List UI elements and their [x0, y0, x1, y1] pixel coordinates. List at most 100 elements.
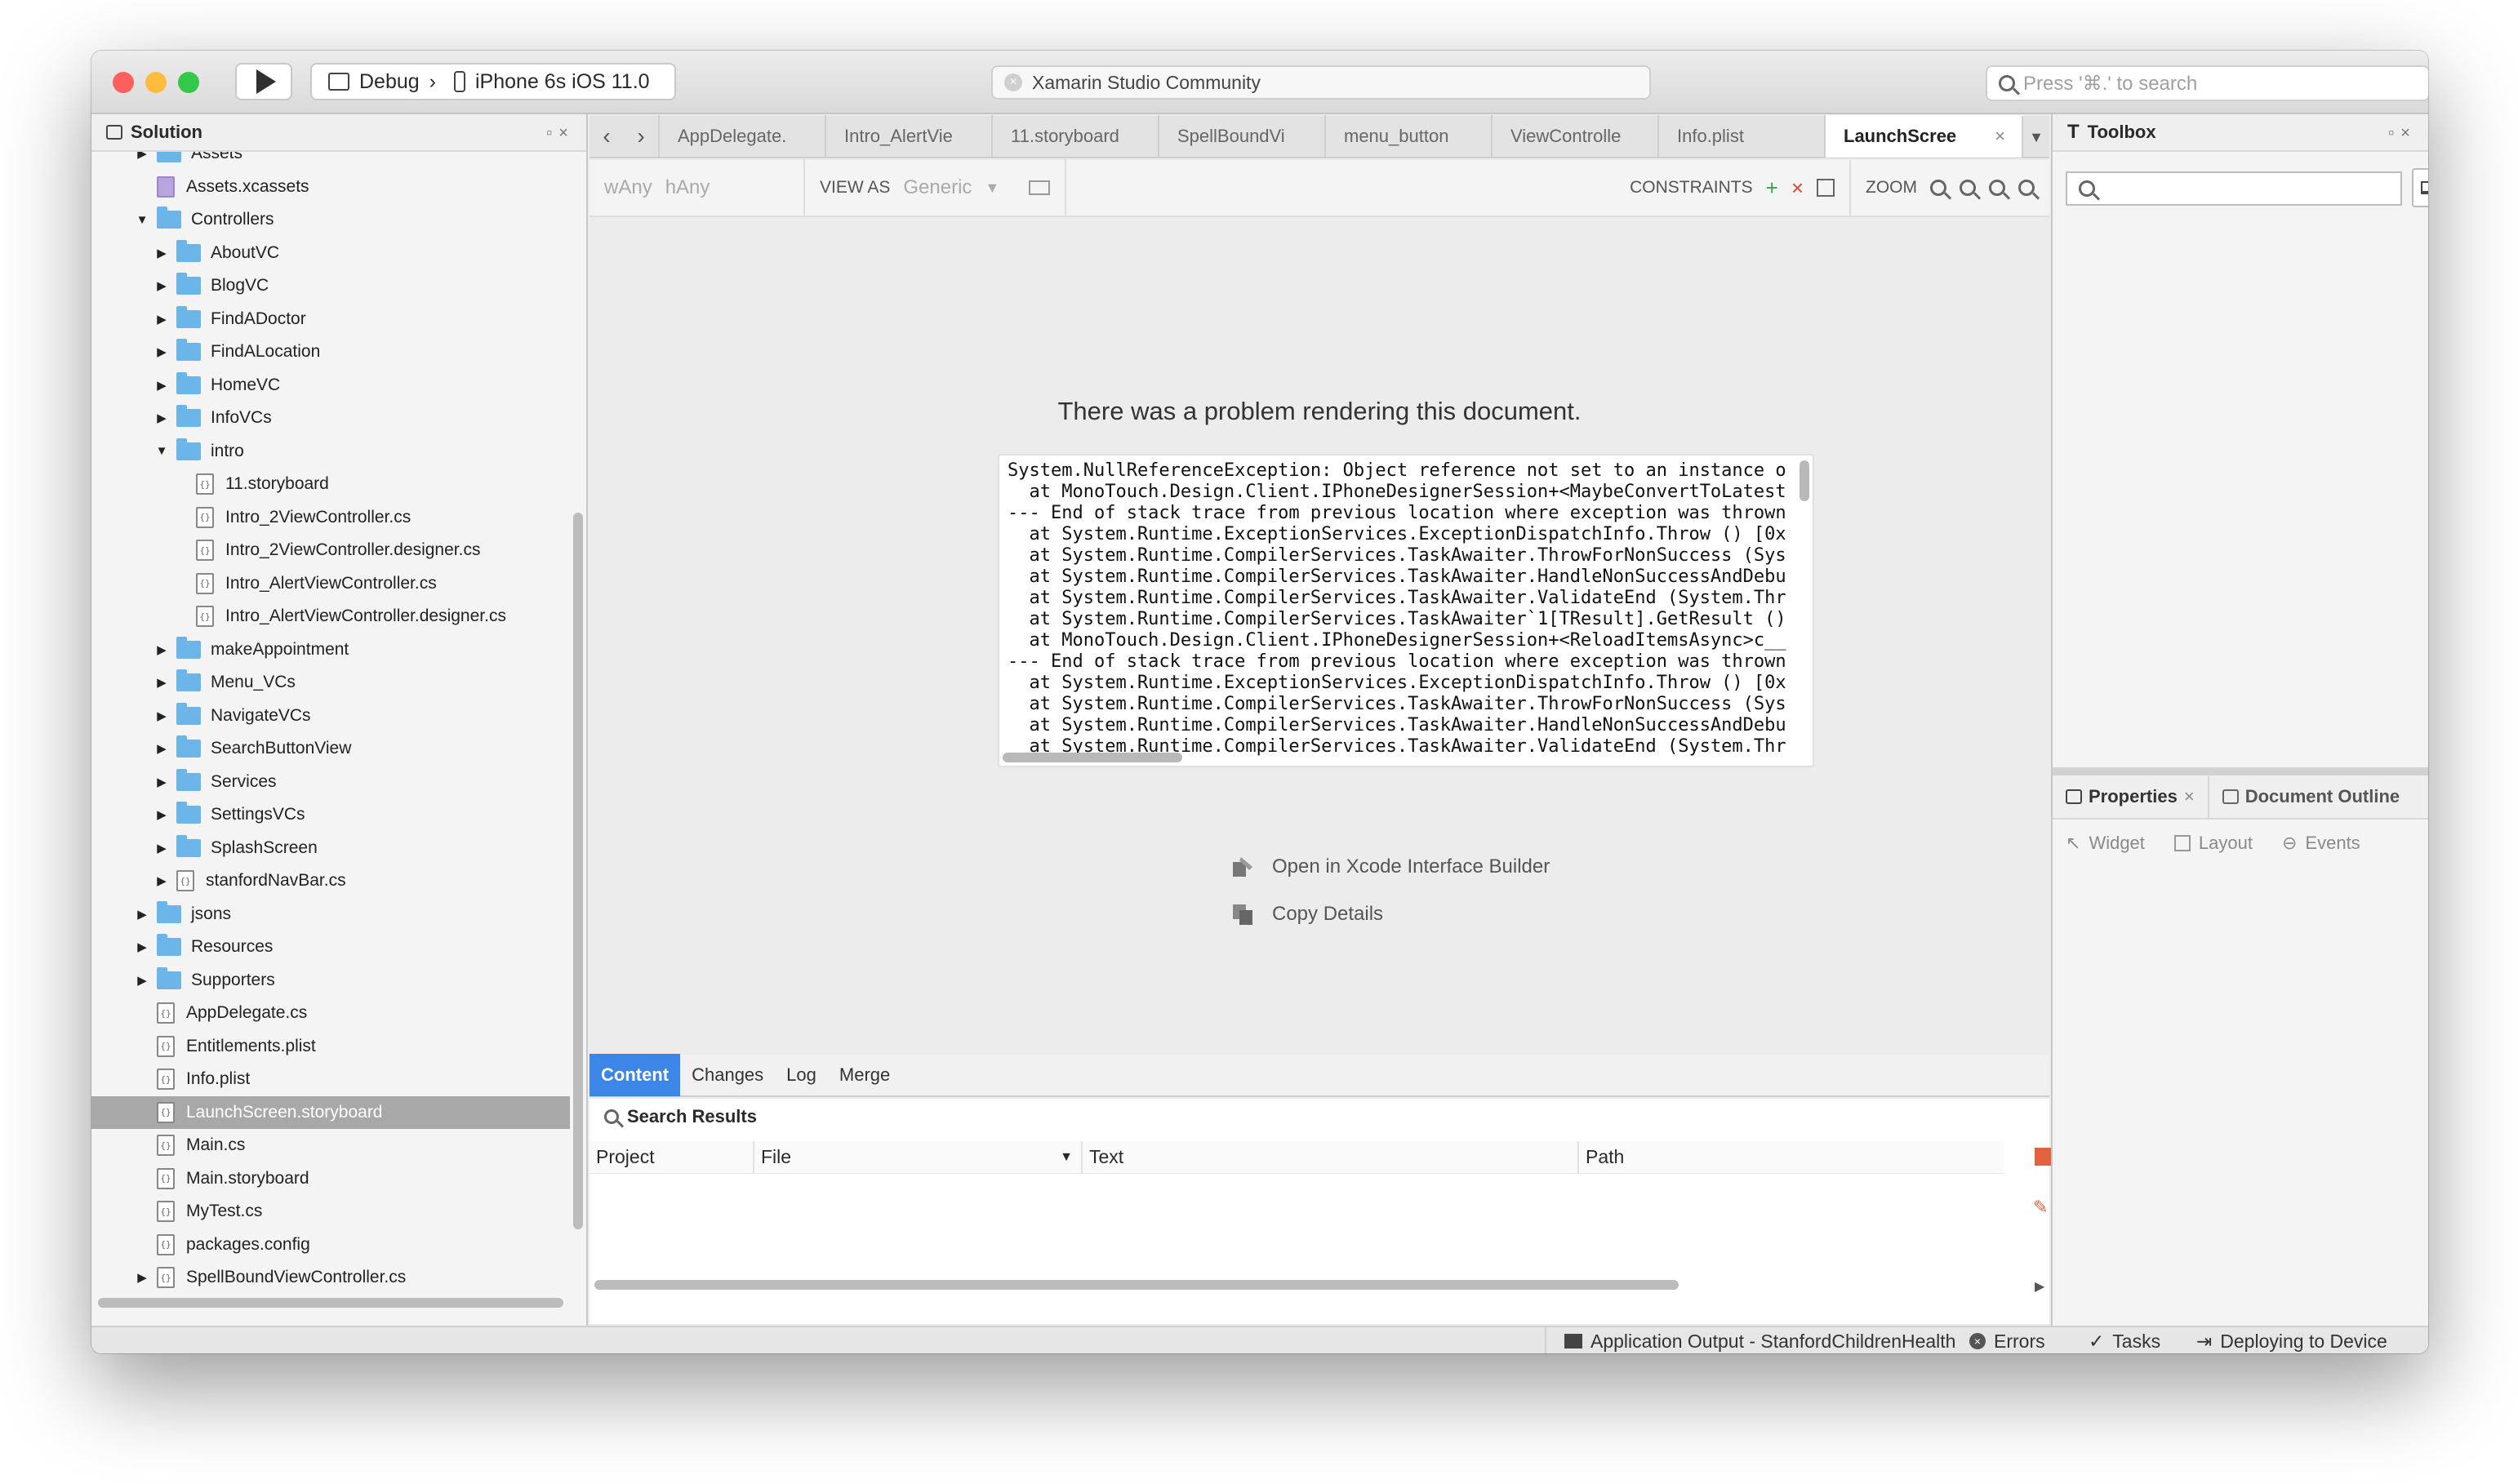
disclosure-right-icon[interactable]: ▶: [153, 377, 170, 393]
stop-search-icon[interactable]: [2035, 1148, 2053, 1166]
tree-file[interactable]: ▶ {} stanfordNavBar.cs: [91, 864, 570, 897]
tree-folder[interactable]: ▶ Menu_VCs: [91, 666, 570, 699]
disclosure-right-icon[interactable]: ▶: [153, 311, 170, 327]
frame-icon[interactable]: [1817, 179, 1835, 197]
solution-vertical-scrollbar[interactable]: [570, 152, 586, 1291]
column-path[interactable]: Path: [1579, 1141, 2004, 1174]
tab-close-icon[interactable]: ×: [1995, 126, 2005, 147]
disclosure-right-icon[interactable]: ▶: [153, 674, 170, 691]
disclosure-right-icon[interactable]: ▶: [134, 152, 150, 162]
scrollbar-thumb[interactable]: [98, 1298, 563, 1308]
tasks-button[interactable]: ✓ Tasks: [2089, 1327, 2160, 1353]
subtab-events[interactable]: ⊖ Events: [2282, 833, 2360, 854]
clear-results-icon[interactable]: ✎: [2033, 1197, 2048, 1218]
orientation-icon[interactable]: [1029, 180, 1051, 195]
tree-folder[interactable]: ▶ FindALocation: [91, 335, 570, 368]
deploying-button[interactable]: ⇥ Deploying to Device: [2196, 1327, 2387, 1353]
disclosure-right-icon[interactable]: ▶: [153, 642, 170, 658]
column-project[interactable]: Project: [589, 1140, 754, 1174]
disclosure-right-icon[interactable]: ▶: [153, 840, 170, 856]
tree-file[interactable]: {} Intro_AlertViewController.designer.cs: [91, 600, 570, 633]
tree-file[interactable]: Assets.xcassets: [91, 171, 570, 203]
zoom-actual-icon[interactable]: [2018, 180, 2035, 196]
nav-back-icon[interactable]: ‹: [589, 115, 624, 158]
tree-file[interactable]: {} Entitlements.plist: [91, 1030, 570, 1063]
disclosure-right-icon[interactable]: ▶: [153, 410, 170, 426]
errors-button[interactable]: × Errors: [1969, 1327, 2045, 1353]
zoom-window-button[interactable]: [178, 72, 199, 93]
tree-file[interactable]: {} MyTest.cs: [91, 1195, 570, 1228]
solution-horizontal-scrollbar[interactable]: [98, 1298, 563, 1311]
tree-file[interactable]: {} Info.plist: [91, 1063, 570, 1095]
zoom-fit-icon[interactable]: [1930, 180, 1946, 196]
tree-folder[interactable]: ▶ BlogVC: [91, 269, 570, 302]
solution-tree[interactable]: ▶ Assets Assets.xcassets ▼ Controllers ▶ About…: [91, 152, 570, 1291]
chevron-down-icon[interactable]: ▼: [985, 180, 999, 197]
tree-folder[interactable]: ▼ Controllers: [91, 203, 570, 236]
tree-folder[interactable]: ▶ Services: [91, 766, 570, 798]
remove-constraint-icon[interactable]: ×: [1791, 176, 1804, 201]
disclosure-right-icon[interactable]: ▶: [153, 344, 170, 360]
stack-trace-vertical-scrollbar[interactable]: [1800, 460, 1809, 501]
tab-merge[interactable]: Merge: [828, 1054, 901, 1096]
tree-folder[interactable]: ▶ Supporters: [91, 964, 570, 997]
disclosure-right-icon[interactable]: ▶: [153, 245, 170, 261]
disclosure-right-icon[interactable]: ▶: [153, 774, 170, 790]
configuration-label[interactable]: Debug: [359, 70, 420, 94]
zoom-in-icon[interactable]: [1989, 180, 2005, 196]
document-tab[interactable]: 11.storyboard: [991, 115, 1158, 158]
tab-changes[interactable]: Changes: [680, 1054, 775, 1096]
stack-trace-box[interactable]: System.NullReferenceException: Object re…: [998, 454, 1814, 767]
toolbox-list-view-button[interactable]: [2412, 168, 2428, 207]
document-tab[interactable]: Intro_AlertVie: [825, 115, 991, 158]
column-file[interactable]: File ▼: [754, 1140, 1083, 1174]
disclosure-right-icon[interactable]: ▶: [134, 1269, 150, 1286]
subtab-widget[interactable]: ↖ Widget: [2066, 833, 2145, 854]
disclosure-right-icon[interactable]: ▶: [134, 972, 150, 989]
open-xcode-button[interactable]: Open in Xcode Interface Builder: [1231, 849, 1550, 885]
document-tab[interactable]: SpellBoundVi: [1158, 115, 1324, 158]
tree-folder[interactable]: ▶ jsons: [91, 898, 570, 931]
device-label[interactable]: iPhone 6s iOS 11.0: [475, 70, 650, 94]
tree-folder[interactable]: ▶ HomeVC: [91, 369, 570, 402]
subtab-layout[interactable]: Layout: [2173, 833, 2253, 854]
results-horizontal-scrollbar[interactable]: [594, 1280, 1679, 1290]
pad-controls[interactable]: ▫×: [546, 124, 575, 143]
disclosure-right-icon[interactable]: ▶: [153, 806, 170, 823]
pad-controls[interactable]: ▫×: [2388, 124, 2417, 143]
tree-folder[interactable]: ▶ AboutVC: [91, 237, 570, 269]
document-tab[interactable]: ViewControlle: [1491, 115, 1657, 158]
tree-file[interactable]: {} Intro_2ViewController.cs: [91, 501, 570, 534]
run-button[interactable]: [235, 63, 292, 100]
disclosure-right-icon[interactable]: ▶: [153, 708, 170, 724]
document-tab[interactable]: Info.plist: [1657, 115, 1824, 158]
tree-folder[interactable]: ▶ SearchButtonView: [91, 732, 570, 765]
tree-file[interactable]: ▶ {} SpellBoundViewController.cs: [91, 1261, 570, 1291]
tree-file[interactable]: {} Main.cs: [91, 1129, 570, 1162]
add-constraint-icon[interactable]: +: [1766, 176, 1778, 201]
disclosure-down-icon[interactable]: ▼: [153, 443, 170, 460]
tab-document-outline[interactable]: Document Outline: [2207, 775, 2413, 819]
tab-launchscreen[interactable]: LaunchScree ×: [1824, 115, 2023, 158]
scrollbar-thumb[interactable]: [573, 513, 583, 1229]
zoom-out-icon[interactable]: [1960, 180, 1976, 196]
toolbox-search-input[interactable]: [2066, 171, 2402, 206]
tree-file[interactable]: {} 11.storyboard: [91, 468, 570, 500]
disclosure-down-icon[interactable]: ▼: [134, 211, 150, 228]
column-text[interactable]: Text: [1083, 1140, 1579, 1174]
tree-file[interactable]: {} AppDelegate.cs: [91, 997, 570, 1029]
close-icon[interactable]: ×: [2184, 786, 2195, 807]
tree-folder[interactable]: ▶ NavigateVCs: [91, 700, 570, 732]
size-class-selector[interactable]: wAny hAny: [589, 159, 805, 216]
minimize-window-button[interactable]: [145, 72, 167, 93]
tree-file[interactable]: {} packages.config: [91, 1229, 570, 1261]
document-tab[interactable]: AppDelegate.: [658, 115, 825, 158]
disclosure-right-icon[interactable]: ▶: [153, 278, 170, 294]
tree-file[interactable]: {} Main.storyboard: [91, 1162, 570, 1195]
disclosure-right-icon[interactable]: ▶: [153, 740, 170, 757]
tab-properties[interactable]: Properties ×: [2053, 775, 2208, 819]
close-window-button[interactable]: [113, 72, 134, 93]
copy-details-button[interactable]: Copy Details: [1231, 896, 1383, 932]
tree-folder[interactable]: ▶ InfoVCs: [91, 402, 570, 434]
tree-folder[interactable]: ▶ Assets: [91, 152, 570, 170]
